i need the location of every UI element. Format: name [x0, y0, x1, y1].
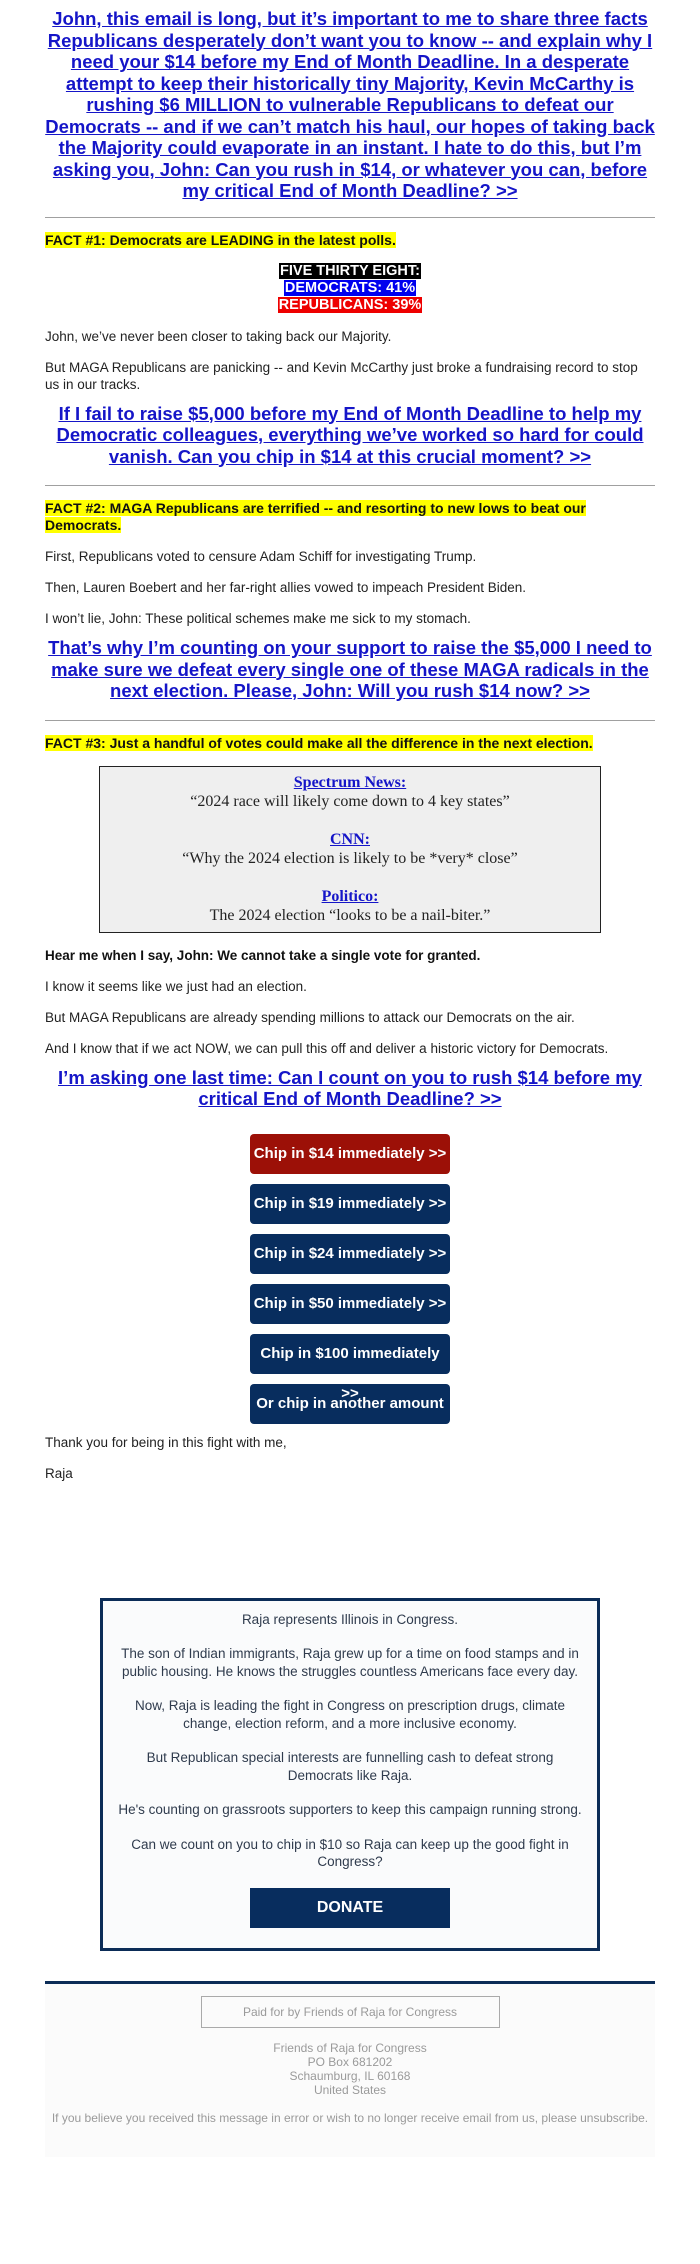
bio-box: Raja represents Illinois in Congress. Th… — [100, 1597, 600, 1951]
bio-paragraph: Now, Raja is leading the fight in Congre… — [135, 1698, 565, 1731]
fact3-cta-link[interactable]: I’m asking one last time: Can I count on… — [45, 1067, 655, 1110]
quote-text: “Why the 2024 election is likely to be *… — [182, 849, 518, 867]
poll-democrats: DEMOCRATS: 41% — [283, 279, 417, 296]
address-line: Friends of Raja for Congress — [273, 2040, 427, 2055]
divider — [45, 485, 655, 486]
news-quotes-box: Spectrum News: “2024 race will likely co… — [99, 765, 601, 933]
chip-in-14-button[interactable]: Chip in $14 immediately >> — [250, 1133, 450, 1174]
poll-republicans: REPUBLICANS: 39% — [277, 296, 423, 313]
donation-buttons: Chip in $14 immediately >> Chip in $19 i… — [45, 1133, 655, 1452]
chip-in-other-amount-button[interactable]: Or chip in another amount >> — [250, 1383, 450, 1452]
divider — [45, 216, 655, 218]
fact2-heading: FACT #2: MAGA Republicans are terrified … — [45, 500, 655, 534]
fact2-heading-text: FACT #2: MAGA Republicans are terrified … — [45, 500, 586, 533]
bio-paragraph: The son of Indian immigrants, Raja grew … — [121, 1646, 579, 1679]
address-line: United States — [313, 2082, 387, 2097]
chip-in-50-button[interactable]: Chip in $50 immediately >> — [250, 1283, 450, 1324]
news-source-link[interactable]: Politico: — [322, 888, 379, 905]
paragraph: But MAGA Republicans are already spendin… — [45, 1009, 575, 1025]
paragraph: Then, Lauren Boebert and her far-right a… — [45, 580, 527, 595]
paragraph: But MAGA Republicans are panicking -- an… — [45, 359, 638, 392]
email-body: John, this email is long, but it’s impor… — [45, 0, 655, 2157]
news-source-link[interactable]: CNN: — [330, 831, 370, 848]
headline-link[interactable]: John, this email is long, but it’s impor… — [45, 0, 655, 202]
quote-text: The 2024 election “looks to be a nail-bi… — [209, 906, 491, 924]
quote-text: “2024 race will likely come down to 4 ke… — [190, 792, 510, 810]
fact1-heading: FACT #1: Democrats are LEADING in the la… — [45, 231, 655, 249]
paragraph: John, we’ve never been closer to taking … — [45, 328, 392, 344]
fact3-heading-text: FACT #3: Just a handful of votes could m… — [45, 734, 593, 751]
chip-in-100-button[interactable]: Chip in $100 immediately >> — [250, 1333, 450, 1402]
poll-title: FIVE THIRTY EIGHT: — [279, 262, 421, 279]
donate-button[interactable]: DONATE — [250, 1887, 450, 1928]
address-line: Schaumburg, IL 60168 — [289, 2068, 411, 2083]
chip-in-24-button[interactable]: Chip in $24 immediately >> — [250, 1233, 450, 1274]
fact2-cta-link[interactable]: That’s why I’m counting on your support … — [45, 637, 655, 702]
news-source-link[interactable]: Spectrum News: — [294, 774, 406, 791]
fact1-heading-text: FACT #1: Democrats are LEADING in the la… — [45, 231, 396, 248]
chip-in-19-button[interactable]: Chip in $19 immediately >> — [250, 1183, 450, 1224]
fact3-heading: FACT #3: Just a handful of votes could m… — [45, 734, 655, 752]
address-line: PO Box 681202 — [307, 2054, 393, 2069]
paragraph: I won’t lie, John: These political schem… — [45, 611, 471, 626]
news-quote: Spectrum News: “2024 race will likely co… — [100, 773, 600, 811]
signoff-name: Raja — [45, 1465, 73, 1481]
bio-paragraph: He's counting on grassroots supporters t… — [118, 1802, 582, 1817]
bio-paragraph: Raja represents Illinois in Congress. — [241, 1611, 459, 1627]
mailing-address: Friends of Raja for Congress PO Box 6812… — [45, 2041, 655, 2097]
paragraph: I know it seems like we just had an elec… — [45, 978, 307, 994]
bio-paragraph: But Republican special interests are fun… — [146, 1750, 554, 1783]
unsubscribe-text[interactable]: If you believe you received this message… — [45, 2111, 655, 2125]
news-quote: CNN: “Why the 2024 election is likely to… — [100, 830, 600, 868]
bio-paragraph: Can we count on you to chip in $10 so Ra… — [131, 1836, 569, 1870]
paragraph: And I know that if we act NOW, we can pu… — [45, 1040, 609, 1056]
poll-box: FIVE THIRTY EIGHT: DEMOCRATS: 41% REPUBL… — [45, 262, 655, 314]
footer: Paid for by Friends of Raja for Congress… — [45, 1983, 655, 2157]
divider — [45, 719, 655, 721]
paragraph: First, Republicans voted to censure Adam… — [45, 549, 477, 564]
bold-paragraph: Hear me when I say, John: We cannot take… — [45, 947, 481, 963]
fact1-cta-link[interactable]: If I fail to raise $5,000 before my End … — [45, 403, 655, 468]
news-quote: Politico: The 2024 election “looks to be… — [100, 887, 600, 925]
paid-for-disclaimer: Paid for by Friends of Raja for Congress — [200, 1995, 500, 2028]
